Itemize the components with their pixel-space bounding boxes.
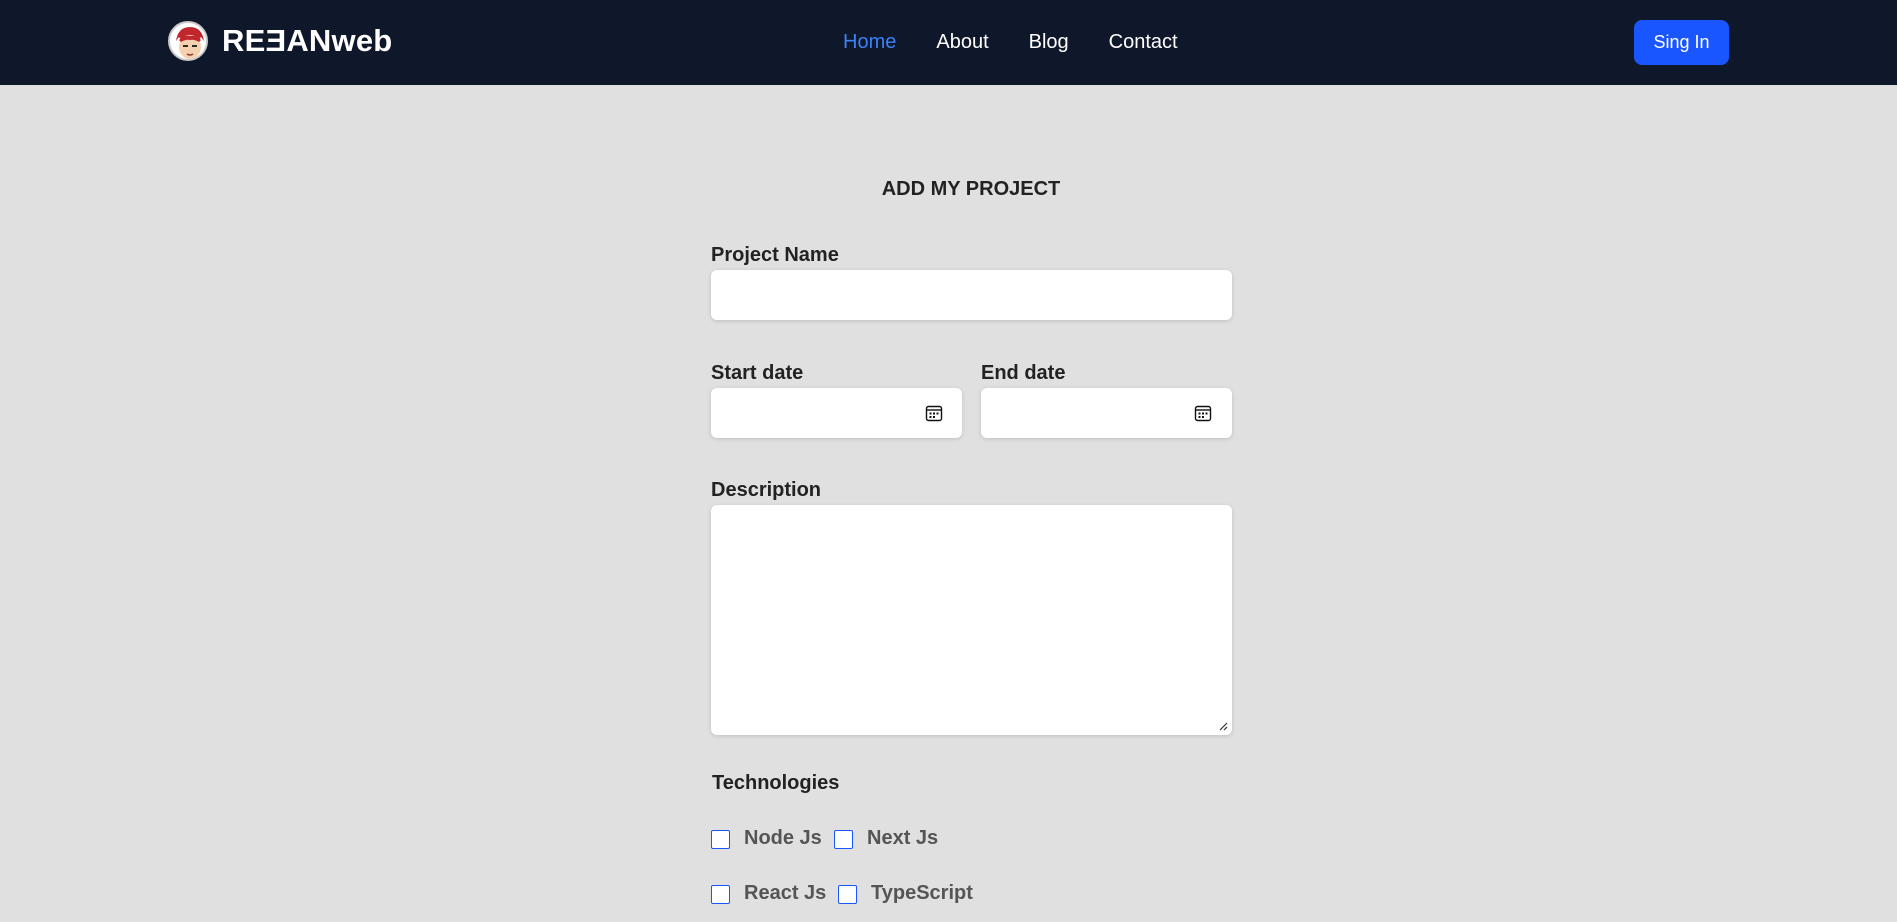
nav-link-about[interactable]: About [936, 30, 988, 54]
end-date-input[interactable] [981, 388, 1232, 438]
calendar-icon[interactable] [1194, 404, 1212, 422]
checkbox-label-node-js: Node Js [744, 827, 822, 849]
checkbox-node-js[interactable] [711, 830, 730, 849]
checkbox-label-typescript: TypeScript [871, 882, 973, 904]
resize-handle-icon[interactable] [1218, 721, 1228, 731]
project-name-input[interactable] [711, 270, 1232, 320]
checkbox-react-js[interactable] [711, 885, 730, 904]
navbar: REƎANweb Home About Blog Contact Sing In [0, 0, 1897, 85]
nav-link-contact[interactable]: Contact [1109, 30, 1178, 54]
checkbox-label-next-js: Next Js [867, 827, 939, 849]
calendar-icon[interactable] [925, 404, 943, 422]
form-title: ADD MY PROJECT [881, 178, 1061, 200]
checkbox-label-react-js: React Js [744, 882, 827, 904]
checkbox-typescript[interactable] [838, 885, 857, 904]
checkbox-next-js[interactable] [834, 830, 853, 849]
main-nav: Home About Blog Contact [843, 30, 1178, 54]
brand-logo-link[interactable]: REƎANweb [168, 21, 392, 61]
avatar-icon [168, 21, 208, 61]
sign-in-button[interactable]: Sing In [1634, 20, 1729, 65]
nav-link-home[interactable]: Home [843, 30, 896, 54]
brand-name: REƎANweb [222, 23, 393, 58]
description-label: Description [711, 479, 822, 501]
nav-link-blog[interactable]: Blog [1029, 30, 1069, 54]
start-date-label: Start date [711, 362, 804, 384]
start-date-input[interactable] [711, 388, 962, 438]
project-name-label: Project Name [711, 244, 839, 266]
end-date-label: End date [981, 362, 1066, 384]
description-textarea[interactable] [711, 505, 1232, 735]
technologies-label: Technologies [712, 772, 840, 794]
